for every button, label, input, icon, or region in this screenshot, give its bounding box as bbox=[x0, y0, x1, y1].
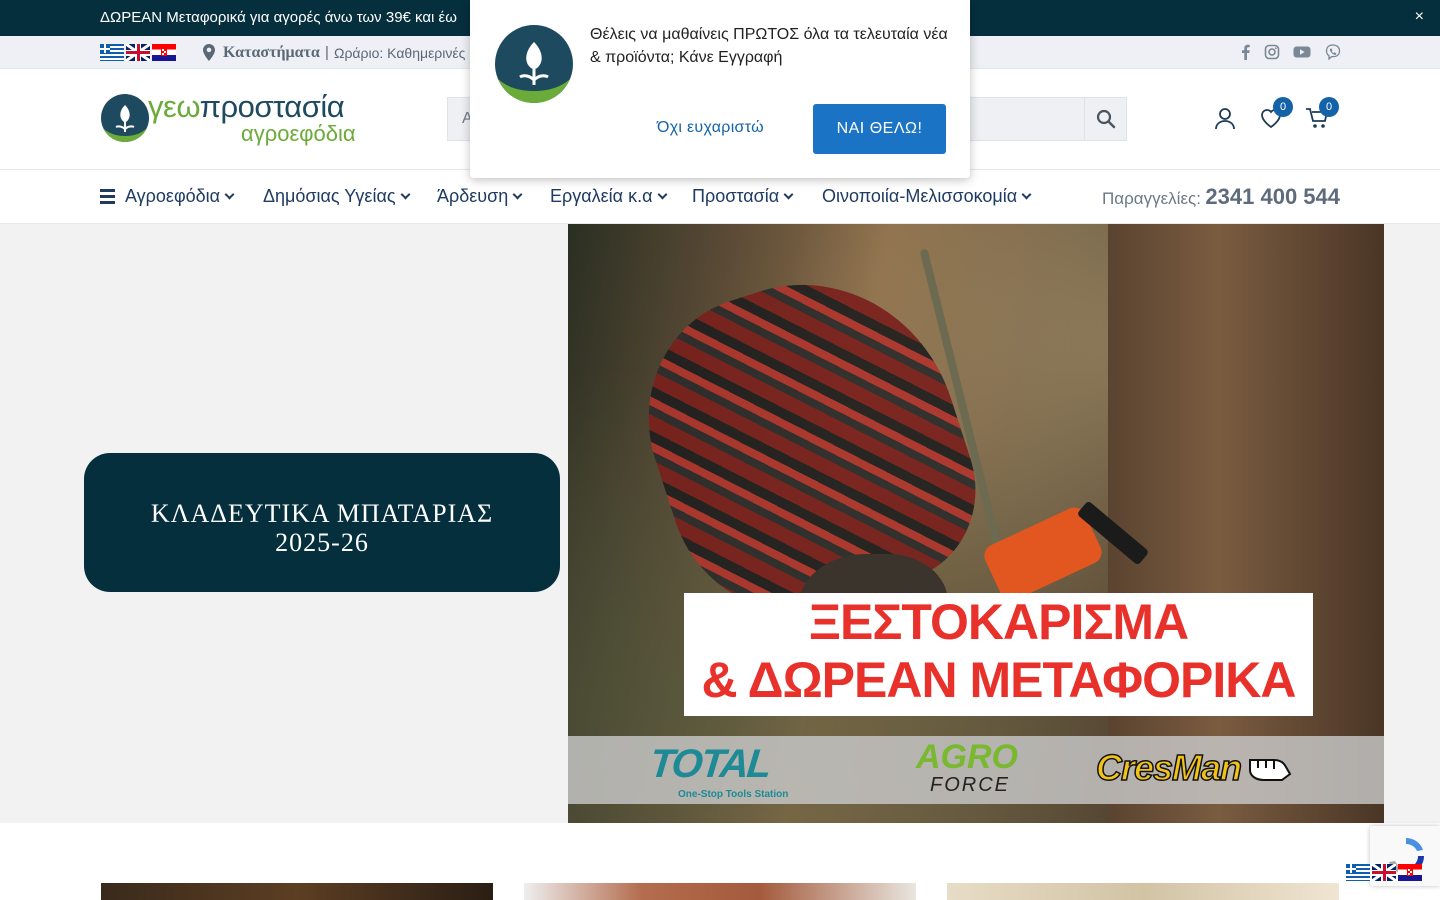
cresman-brand-logo: CresMan bbox=[1095, 747, 1292, 788]
logo-subtitle: αγροεφόδια bbox=[241, 121, 356, 146]
nav-item-label: Δημόσιας Υγείας bbox=[263, 186, 396, 206]
promo-line-2: & ΔΩΡΕΑΝ ΜΕΤΑΦΟΡΙΚΑ bbox=[701, 652, 1297, 708]
logo-text-rest: προστασία bbox=[199, 89, 345, 124]
user-account-icon[interactable] bbox=[1213, 106, 1237, 130]
nav-item-dimosias-ygeias[interactable]: Δημόσιας Υγείας bbox=[263, 186, 410, 207]
nav-item-label: Άρδευση bbox=[437, 186, 509, 206]
flag-croatian-icon[interactable] bbox=[152, 44, 176, 61]
chevron-down-icon bbox=[224, 189, 235, 200]
flag-greek-icon[interactable] bbox=[1346, 864, 1370, 881]
chevron-down-icon bbox=[783, 189, 794, 200]
search-icon bbox=[1096, 109, 1116, 129]
nav-item-label: Αγροεφόδια bbox=[125, 186, 221, 206]
category-card[interactable] bbox=[101, 883, 493, 900]
total-logo-text: TOTAL bbox=[647, 742, 772, 786]
nav-item-agroefodia[interactable]: Αγροεφόδια bbox=[125, 186, 235, 207]
orders-phone[interactable]: Παραγγελίες: 2341 400 544 bbox=[1102, 184, 1340, 210]
nav-item-prostasia[interactable]: Προστασία bbox=[692, 186, 794, 207]
close-announcement-button[interactable]: × bbox=[1415, 8, 1424, 26]
hero-category-card[interactable]: ΚΛΑΔΕΥΤΙΚΑ ΜΠΑΤΑΡΙΑΣ 2025-26 bbox=[84, 453, 560, 592]
cart-count-badge: 0 bbox=[1319, 97, 1339, 117]
nav-item-oinopoiia[interactable]: Οινοποιία-Μελισσοκομία bbox=[822, 186, 1032, 207]
search-button[interactable] bbox=[1084, 98, 1126, 140]
logo-text[interactable]: γεωπροστασία bbox=[148, 89, 345, 125]
floating-language-switcher bbox=[1346, 864, 1426, 884]
main-navigation: Αγροεφόδια Δημόσιας Υγείας Άρδευση Εργαλ… bbox=[0, 170, 1440, 224]
accept-button[interactable]: ΝΑΙ ΘΕΛΩ! bbox=[813, 104, 946, 154]
total-tagline: One-Stop Tools Station bbox=[678, 789, 789, 800]
category-card[interactable] bbox=[524, 883, 916, 900]
hero-banner-image[interactable]: ΞΕΣΤΟΚΑΡΙΣΜΑ & ΔΩΡΕΑΝ ΜΕΤΑΦΟΡΙΚΑ TOTAL O… bbox=[568, 224, 1384, 823]
logo-text-prefix: γεω bbox=[148, 89, 200, 124]
newsletter-popup: Θέλεις να μαθαίνεις ΠΡΩΤΟΣ όλα τα τελευτ… bbox=[470, 0, 970, 178]
flag-greek-icon[interactable] bbox=[100, 44, 124, 61]
tree-trunk-image bbox=[1108, 224, 1384, 823]
orders-label: Παραγγελίες: bbox=[1102, 189, 1201, 208]
separator: | bbox=[325, 44, 329, 61]
nav-item-label: Προστασία bbox=[692, 186, 780, 206]
nav-item-label: Εργαλεία κ.α bbox=[550, 186, 653, 206]
nav-item-label: Οινοποιία-Μελισσοκομία bbox=[822, 186, 1018, 206]
agroforce-brand-logo: AGRO FORCE bbox=[916, 740, 1018, 797]
facebook-icon[interactable] bbox=[1238, 44, 1254, 60]
promo-text-box: ΞΕΣΤΟΚΑΡΙΣΜΑ & ΔΩΡΕΑΝ ΜΕΤΑΦΟΡΙΚΑ bbox=[684, 593, 1313, 716]
instagram-icon[interactable] bbox=[1264, 44, 1280, 60]
stores-link[interactable]: Καταστήματα bbox=[223, 44, 320, 62]
brand-logos-strip: TOTAL One-Stop Tools Station AGRO FORCE … bbox=[568, 736, 1384, 804]
chevron-down-icon bbox=[400, 189, 410, 200]
hero-card-title: ΚΛΑΔΕΥΤΙΚΑ ΜΠΑΤΑΡΙΑΣ bbox=[150, 499, 494, 528]
flag-croatian-icon[interactable] bbox=[1398, 864, 1422, 881]
force-logo-text: FORCE bbox=[930, 774, 1010, 796]
total-brand-logo: TOTAL One-Stop Tools Station bbox=[647, 742, 789, 802]
announcement-text: ΔΩΡΕΑΝ Μεταφορικά για αγορές άνω των 39€… bbox=[100, 9, 457, 26]
flag-english-icon[interactable] bbox=[126, 44, 150, 61]
nav-item-ergaleia[interactable]: Εργαλεία κ.α bbox=[550, 186, 667, 207]
hero-card-year: 2025-26 bbox=[275, 528, 369, 557]
menu-hamburger-icon[interactable] bbox=[100, 189, 115, 204]
newsletter-logo-icon bbox=[495, 25, 573, 103]
youtube-icon[interactable] bbox=[1293, 44, 1311, 60]
chevron-down-icon bbox=[1021, 189, 1032, 200]
opening-hours-text: Ωράριο: Καθημερινές bbox=[334, 45, 466, 61]
decline-button[interactable]: Όχι ευχαριστώ bbox=[657, 119, 764, 137]
category-card[interactable] bbox=[947, 883, 1339, 900]
chevron-down-icon bbox=[657, 189, 667, 200]
viber-icon[interactable] bbox=[1325, 44, 1341, 60]
fist-icon bbox=[1248, 759, 1291, 781]
popup-message: Θέλεις να μαθαίνεις ΠΡΩΤΟΣ όλα τα τελευτ… bbox=[590, 26, 948, 66]
chevron-down-icon bbox=[512, 189, 523, 200]
wishlist-count-badge: 0 bbox=[1273, 97, 1293, 117]
agro-logo-text: AGRO bbox=[916, 738, 1018, 776]
nav-item-ardeusi[interactable]: Άρδευση bbox=[437, 186, 523, 207]
map-pin-icon bbox=[203, 44, 215, 61]
hero-section: ΚΛΑΔΕΥΤΙΚΑ ΜΠΑΤΑΡΙΑΣ 2025-26 ΞΕΣΤΟΚΑΡΙΣΜ… bbox=[0, 224, 1440, 823]
cresman-logo-text: CresMan bbox=[1095, 747, 1243, 788]
logo-mark-icon[interactable] bbox=[100, 93, 150, 143]
flag-english-icon[interactable] bbox=[1372, 864, 1396, 881]
orders-phone-number[interactable]: 2341 400 544 bbox=[1205, 184, 1340, 209]
promo-line-1: ΞΕΣΤΟΚΑΡΙΣΜΑ bbox=[808, 594, 1189, 650]
